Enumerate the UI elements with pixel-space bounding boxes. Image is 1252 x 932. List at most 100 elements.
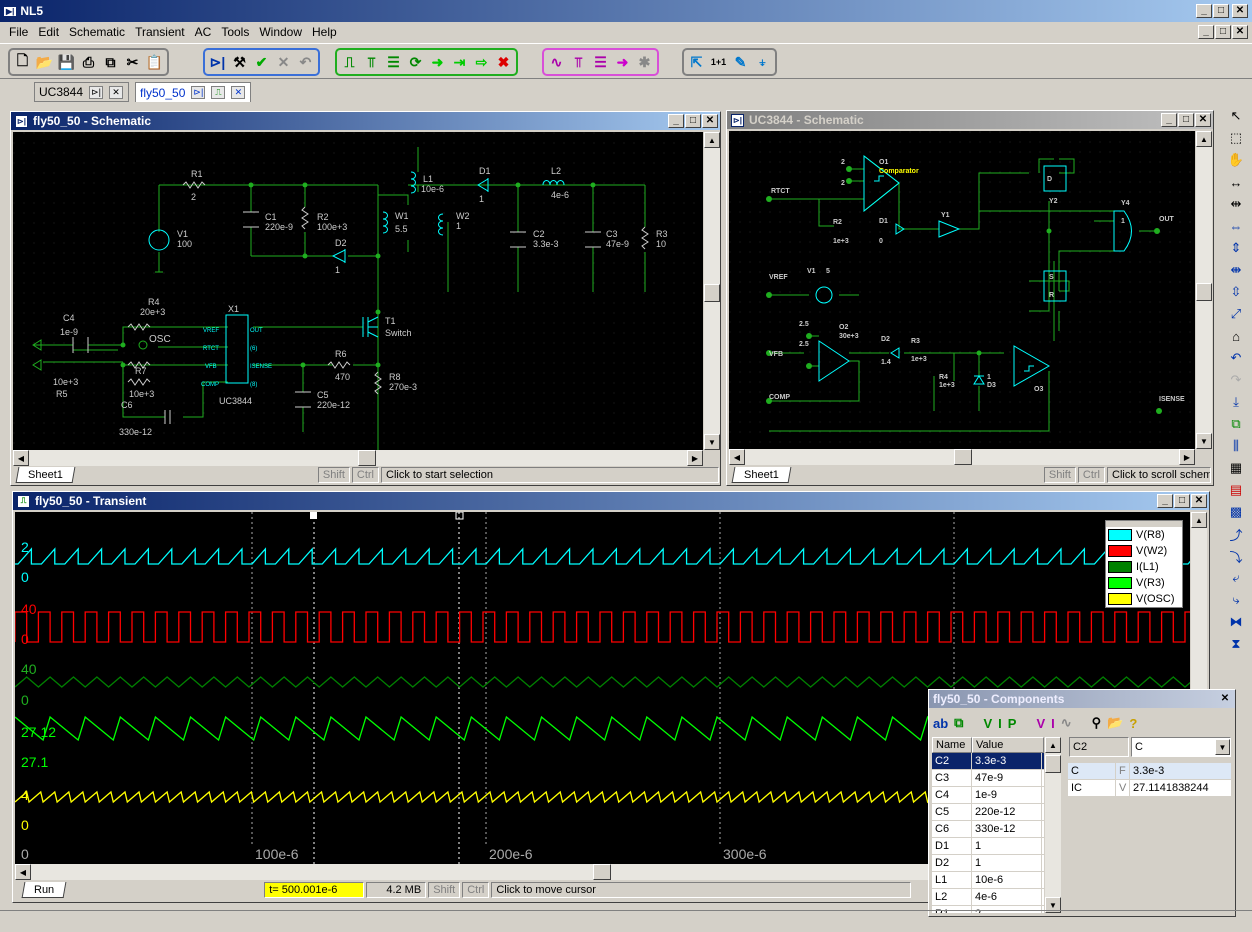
trace-down-icon[interactable]: ⤵ [1225,546,1247,566]
legend-item[interactable]: I(L1) [1106,559,1182,575]
maximize-button[interactable]: □ [1178,113,1194,127]
trace-right-icon[interactable]: ⤷ [1225,590,1247,610]
step-icon[interactable]: ⇥ [450,53,469,72]
current-probe-icon[interactable]: I [998,716,1002,731]
close-button[interactable]: ✕ [1217,692,1233,706]
fit-traces-icon[interactable]: ⧓ [1225,612,1247,632]
scroll-up-icon[interactable]: ▲ [1191,512,1207,528]
vertical-scrollbar[interactable]: ▲ ▼ [1196,131,1212,449]
close-button[interactable]: ✕ [1232,4,1248,18]
scroll-up-icon[interactable]: ▲ [1196,131,1212,147]
open-icon[interactable]: 📂 [1107,715,1123,731]
help-icon[interactable]: ? [1129,716,1137,731]
tools-icon[interactable]: ⚒ [230,53,249,72]
legend-item[interactable]: V(R8) [1106,527,1182,543]
component-row[interactable]: C6 330e-12 [932,821,1044,838]
stretch-h-icon[interactable]: ↔ [1225,172,1247,192]
menu-file[interactable]: File [4,25,33,39]
menu-window[interactable]: Window [254,25,307,39]
legend-item[interactable]: V(OSC) [1106,591,1182,607]
scroll-up-icon[interactable]: ▲ [704,132,720,148]
print-icon[interactable]: ⎙ [79,53,98,72]
menu-ac[interactable]: AC [190,25,217,39]
ac-current-probe-icon[interactable]: I [1051,716,1055,731]
sheet-tab[interactable]: Sheet1 [15,467,76,483]
pointer-icon[interactable]: ↖ [1225,106,1247,126]
ac-probe-icon[interactable]: ⫪ [569,53,588,72]
minimize-button[interactable]: _ [1157,494,1173,508]
mdi-close-button[interactable]: ✕ [1232,25,1248,39]
scroll-thumb[interactable] [358,450,376,466]
copy-icon[interactable]: ⧉ [101,53,120,72]
menu-help[interactable]: Help [307,25,342,39]
schematic-icon[interactable]: ⊳| [208,53,227,72]
select-box-icon[interactable]: ⬚ [1225,128,1247,148]
menu-tools[interactable]: Tools [216,25,254,39]
zoom-in-v-icon[interactable]: ⇳ [1225,282,1247,302]
components-list[interactable]: Name Value C2 3.3e-3 C3 47e-9 C4 1e-9 C5 220… [932,737,1044,913]
component-row[interactable]: C5 220e-12 [932,804,1044,821]
sheet-tab[interactable]: Sheet1 [731,467,792,483]
component-row[interactable]: L2 4e-6 [932,889,1044,906]
cursor-tool-icon[interactable]: ⍖ [753,53,772,72]
save-icon[interactable]: 💾 [57,53,76,72]
voltage-probe-icon[interactable]: V [983,716,992,731]
pattern-icon[interactable]: ▩ [1225,502,1247,522]
hand-icon[interactable]: ✋ [1225,150,1247,170]
zoom-fit-h-icon[interactable]: ⇔ [1225,216,1247,236]
component-row[interactable]: D2 1 [932,855,1044,872]
param-row[interactable]: C F 3.3e-3 [1068,763,1232,780]
scroll-thumb[interactable] [593,864,611,880]
check-icon[interactable]: ✔ [252,53,271,72]
close-button[interactable]: ✕ [1195,113,1211,127]
scroll-thumb[interactable] [954,449,972,465]
export-icon[interactable]: ⇱ [687,53,706,72]
scroll-left-icon[interactable]: ◀ [13,450,29,466]
scroll-down-icon[interactable]: ▼ [704,434,720,450]
trace-up-icon[interactable]: ⤴ [1225,524,1247,544]
scroll-thumb[interactable] [1045,755,1061,773]
undo-icon[interactable]: ↶ [296,53,315,72]
ac-source-icon[interactable]: ∿ [1061,715,1072,731]
col-name-header[interactable]: Name [932,737,972,753]
maximize-button[interactable]: □ [685,114,701,128]
component-row[interactable]: C3 47e-9 [932,770,1044,787]
zoom-in-h-icon[interactable]: ⇼ [1225,260,1247,280]
compress-h-icon[interactable]: ⇹ [1225,194,1247,214]
ac-run-icon[interactable]: ➜ [613,53,632,72]
copy-trace-icon[interactable]: ⧉ [1225,414,1247,434]
redo-zoom-icon[interactable]: ↷ [1225,370,1247,390]
horizontal-scrollbar[interactable]: ◀ ▶ [13,450,703,466]
tab-close-icon[interactable]: ✕ [231,86,246,99]
refresh-icon[interactable]: ⟳ [406,53,425,72]
minimize-button[interactable]: _ [1196,4,1212,18]
transient-icon[interactable]: ⎍ [340,53,359,72]
scroll-down-icon[interactable]: ▼ [1196,433,1212,449]
scroll-thumb[interactable] [1196,283,1212,301]
legend-item[interactable]: V(R3) [1106,575,1182,591]
rename-icon[interactable]: ab [933,716,948,731]
legend-item[interactable]: V(W2) [1106,543,1182,559]
scroll-up-icon[interactable]: ▲ [1045,737,1061,753]
tab-uc3844[interactable]: UC3844 ⊳| ✕ [34,82,129,102]
chevron-down-icon[interactable]: ▼ [1215,739,1230,755]
schematic-canvas[interactable]: RTCT O1 Comparator 2 2 R2 1e+3 D1 0 Y1 Y… [729,131,1195,449]
script-icon[interactable]: ✎ [731,53,750,72]
undo-zoom-icon[interactable]: ↶ [1225,348,1247,368]
zoom-fit-v-icon[interactable]: ⇕ [1225,238,1247,258]
ac-voltage-probe-icon[interactable]: V [1036,716,1045,731]
calc-icon[interactable]: 1+1 [709,53,728,72]
schematic-canvas[interactable]: R1 2 C1 220e-9 R2 100e+3 W1 5.5 L1 10e-6… [13,132,703,450]
cursor-down-icon[interactable]: ⤓ [1225,392,1247,412]
scroll-thumb[interactable] [704,284,720,302]
mdi-restore-button[interactable]: □ [1215,25,1231,39]
menu-transient[interactable]: Transient [130,25,190,39]
col-value-header[interactable]: Value [972,737,1044,753]
mdi-minimize-button[interactable]: _ [1198,25,1214,39]
scroll-left-icon[interactable]: ◀ [729,449,745,465]
new-file-icon[interactable]: 🗋 [13,52,32,72]
ac-data-icon[interactable]: ☰ [591,53,610,72]
find-icon[interactable]: ⚲ [1092,715,1102,731]
component-row[interactable]: L1 10e-6 [932,872,1044,889]
ac-icon[interactable]: ∿ [547,53,566,72]
